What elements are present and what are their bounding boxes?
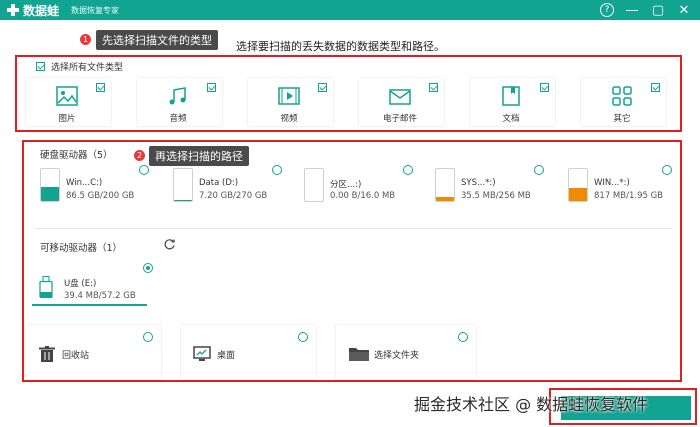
file-type-other[interactable]: 其它 [581,78,666,126]
usb-drive-radio[interactable] [143,263,153,273]
file-type-label: 音频 [169,114,187,124]
drive-size: 817 MB/1.95 GB [594,191,664,201]
file-type-audio[interactable]: 音频 [137,78,222,126]
step2-callout: 再选择扫描的路径 [149,146,249,166]
removable-drives-title: 可移动驱动器（1） [40,243,123,254]
drive-size: 7.20 GB/270 GB [199,191,268,201]
drive-usage-bar [174,200,192,201]
video-icon [278,87,300,105]
video-checkbox[interactable] [318,83,327,92]
watermark: 掘金技术社区 @ 数据蛙恢复软件 [414,395,649,414]
hard-drive-icon [304,168,324,202]
step1-callout: 先选择扫描文件的类型 [96,30,218,50]
file-type-label: 电子邮件 [382,114,417,124]
step2-badge: 2 [134,150,145,161]
step1-badge: 1 [80,34,91,45]
help-icon[interactable]: ? [600,3,614,17]
recycle-bin-radio[interactable] [143,332,153,342]
drive-name: 分区...:) [330,180,362,190]
logo-cross-icon [6,3,20,17]
usb-drive-e[interactable]: U盘 (E:) 39.4 MB/57.2 GB [36,271,151,307]
maximize-icon[interactable]: ▢ [650,2,666,18]
hard-drive-icon [435,168,455,202]
select-all-file-types[interactable]: 选择所有文件类型 [36,60,123,73]
drive-name: SYS...*:) [461,178,496,188]
instruction-hint: 选择要扫描的丢失数据的数据类型和路径。 [236,40,445,53]
other-icon [612,86,632,106]
drive-usage-bar [436,196,454,201]
desktop-icon [193,346,211,361]
drive-name: U盘 (E:) [64,279,97,289]
drive-usage-bar [569,187,587,201]
title-bar: 数据蛙 数据恢复专家 ? — ▢ ✕ [0,0,700,20]
drive-sys-radio[interactable] [534,165,544,175]
audio-checkbox[interactable] [207,83,216,92]
drive-name: Data (D:) [199,178,239,188]
hard-drive-icon [173,168,193,202]
drive-c-radio[interactable] [139,165,149,175]
selected-underline [32,304,147,306]
drive-partition-radio[interactable] [403,165,413,175]
select-all-label: 选择所有文件类型 [51,63,124,73]
close-icon[interactable]: ✕ [676,2,692,18]
image-checkbox[interactable] [96,83,105,92]
drive-win-radio[interactable] [662,165,672,175]
image-icon [56,86,78,106]
app-name: 数据蛙 [23,3,60,18]
location-recycle-bin[interactable]: 回收站 [26,325,161,379]
location-label: 回收站 [62,351,90,361]
desktop-radio[interactable] [298,332,308,342]
usb-drive-icon [39,276,53,298]
app-logo: 数据蛙 数据恢复专家 [6,2,119,19]
drive-name: Win...C:) [66,178,103,188]
drive-size: 86.5 GB/200 GB [66,191,135,201]
refresh-icon[interactable] [163,238,176,251]
select-all-checkbox[interactable] [36,62,45,71]
drive-name: WIN...*:) [594,178,630,188]
minimize-icon[interactable]: — [624,2,640,18]
app-subtitle: 数据恢复专家 [71,5,120,15]
hard-drives-title: 硬盘驱动器（5） [40,150,113,161]
file-type-document[interactable]: 文档 [470,78,555,126]
file-type-label: 视频 [280,114,298,124]
location-label: 桌面 [217,351,236,361]
drive-d-radio[interactable] [272,165,282,175]
email-icon [389,89,411,105]
file-type-image[interactable]: 图片 [26,78,111,126]
hard-drive-icon [568,168,588,202]
file-type-label: 文档 [502,114,520,124]
document-checkbox[interactable] [540,83,549,92]
file-type-label: 图片 [58,114,76,124]
location-desktop[interactable]: 桌面 [181,325,316,379]
music-icon [169,87,186,105]
document-icon [502,86,520,106]
drive-usage-bar [41,187,59,201]
email-checkbox[interactable] [429,83,438,92]
file-type-video[interactable]: 视频 [248,78,333,126]
location-select-folder[interactable]: 选择文件夹 [336,325,476,379]
select-folder-radio[interactable] [458,332,468,342]
recycle-bin-icon [39,346,55,362]
other-checkbox[interactable] [651,83,660,92]
drive-size: 35.5 MB/256 MB [461,191,531,201]
file-type-email[interactable]: 电子邮件 [359,78,444,126]
hard-drive-icon [40,168,60,202]
file-type-label: 其它 [613,114,631,124]
section-divider [36,228,672,229]
folder-icon [349,348,369,361]
drive-size: 39.4 MB/57.2 GB [64,291,136,301]
drive-size: 0.00 B/16.0 MB [330,191,396,201]
location-label: 选择文件夹 [374,351,420,361]
